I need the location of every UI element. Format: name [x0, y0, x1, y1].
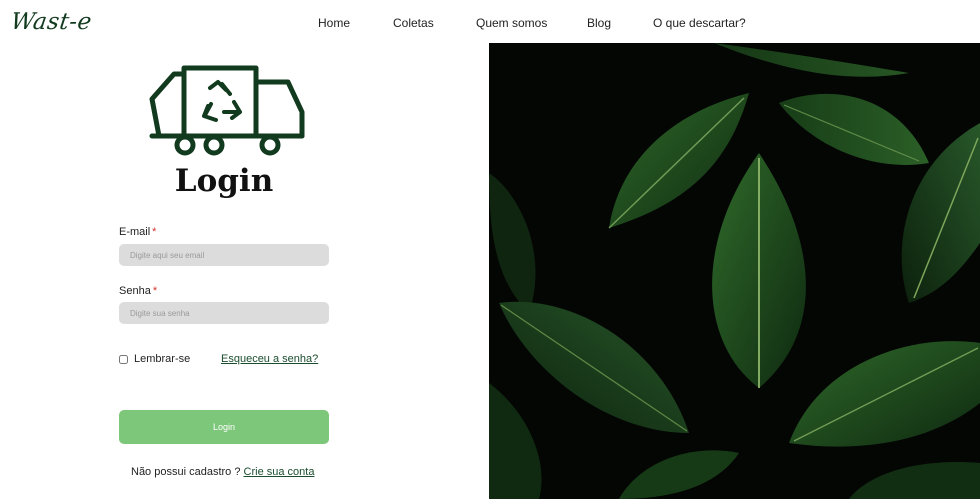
signup-prompt: Não possui cadastro ?: [131, 466, 241, 478]
password-field[interactable]: [119, 302, 329, 324]
nav-coletas[interactable]: Coletas: [393, 16, 434, 30]
signup-link[interactable]: Crie sua conta: [244, 466, 315, 478]
nav-home[interactable]: Home: [318, 16, 350, 30]
password-required-marker: *: [152, 285, 158, 297]
password-label-text: Senha: [119, 285, 151, 297]
login-button[interactable]: Login: [119, 410, 329, 444]
email-field[interactable]: [119, 244, 329, 266]
email-label-text: E-mail: [119, 226, 151, 238]
login-title: Login: [174, 163, 274, 199]
nav-quem-somos[interactable]: Quem somos: [476, 16, 547, 30]
brand-logo[interactable]: Wast-e: [9, 9, 93, 35]
email-required-marker: *: [152, 226, 157, 238]
password-label: Senha *: [119, 285, 157, 297]
forgot-password-link[interactable]: Esqueceu a senha?: [221, 353, 318, 365]
email-label: E-mail *: [119, 226, 156, 238]
remember-me: Lembrar-se: [119, 353, 190, 365]
remember-label: Lembrar-se: [134, 353, 191, 365]
nav-blog[interactable]: Blog: [587, 16, 611, 30]
recycling-truck-icon: [149, 65, 305, 156]
signup-row: Não possui cadastro ? Crie sua conta: [131, 466, 314, 478]
leaves-illustration: [489, 43, 980, 499]
hero-leaves-image: [489, 43, 980, 499]
remember-checkbox[interactable]: [119, 354, 128, 364]
nav-o-que-descartar[interactable]: O que descartar?: [653, 16, 746, 30]
